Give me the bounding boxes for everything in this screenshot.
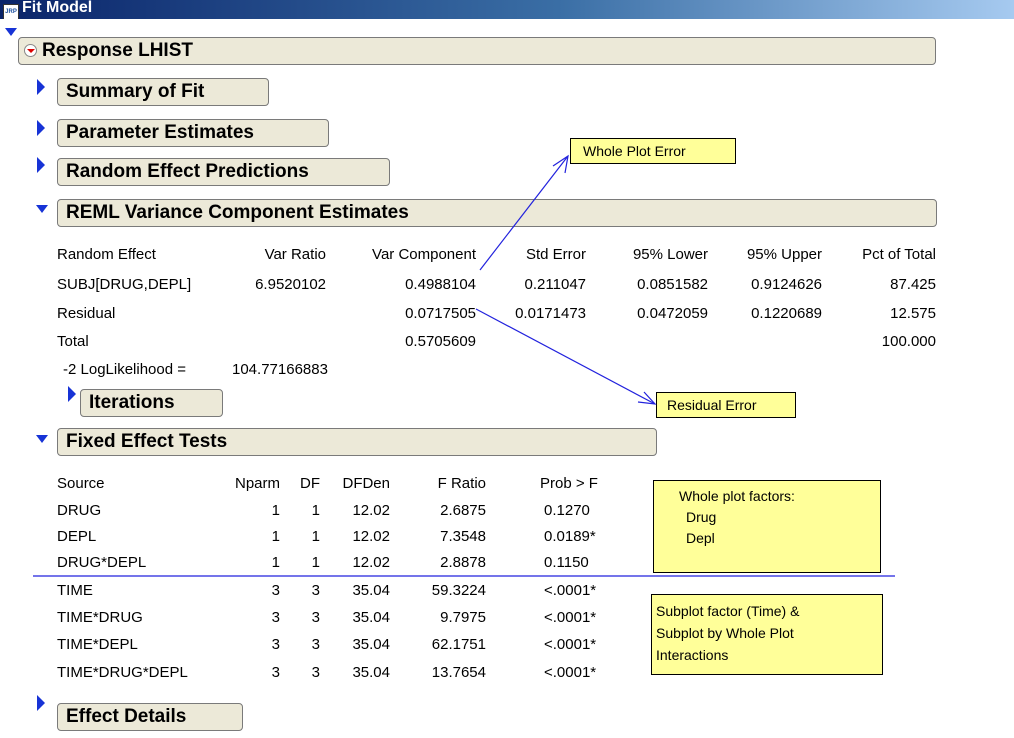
whole-plot-error-arrow <box>479 155 569 271</box>
residual-error-arrow <box>475 308 656 405</box>
window-title: Fit Model <box>22 0 93 16</box>
title-bar: JRP Fit Model <box>0 0 1014 20</box>
app-icon: JRP <box>3 4 19 20</box>
annotation-overlay <box>33 154 895 577</box>
report-area: Response LHIST Summary of Fit Parameter … <box>0 19 1014 738</box>
